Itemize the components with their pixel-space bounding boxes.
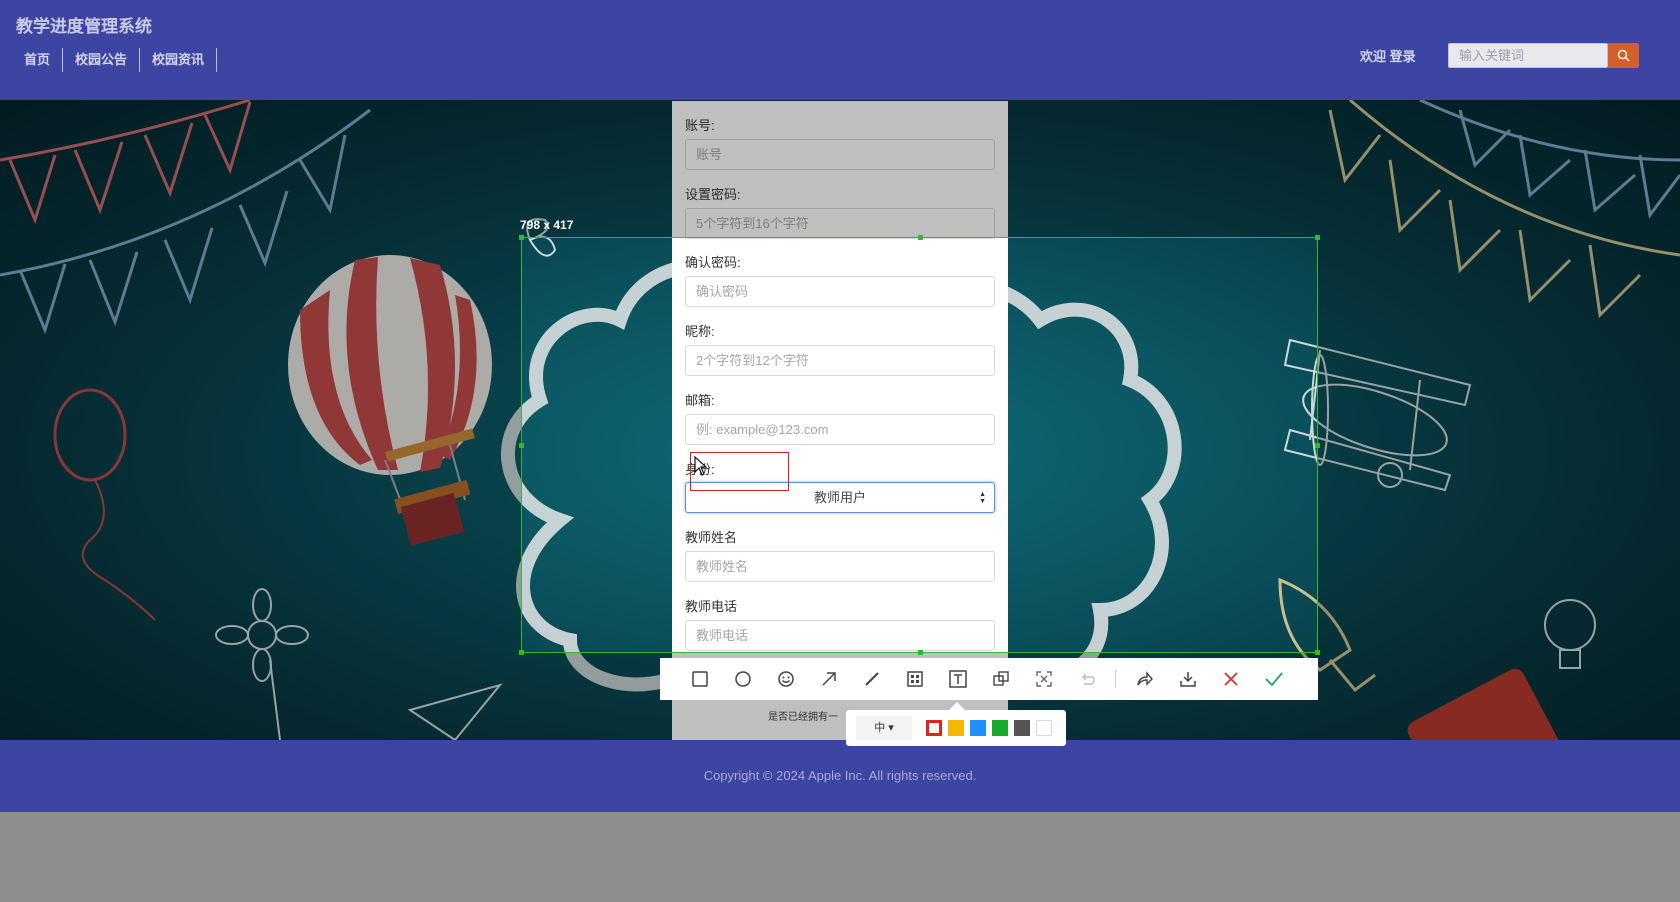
resize-handle-nw[interactable] <box>519 235 524 240</box>
arrow-tool-button[interactable] <box>807 658 850 700</box>
text-icon <box>948 670 967 688</box>
emoji-tool-button[interactable] <box>764 658 807 700</box>
mosaic-icon <box>906 671 923 687</box>
subbar-pointer <box>949 702 965 710</box>
text-style-bar: 中 ▾ <box>846 710 1066 746</box>
undo-icon <box>1081 673 1095 685</box>
color-swatch-gray[interactable] <box>1014 720 1030 736</box>
color-swatch-red[interactable] <box>926 720 942 736</box>
mosaic-tool-button[interactable] <box>893 658 936 700</box>
resize-handle-n[interactable] <box>918 235 923 240</box>
pin-tool-button[interactable] <box>1022 658 1065 700</box>
selection-size-label: 798 x 417 <box>520 218 574 232</box>
color-swatch-blue[interactable] <box>970 720 986 736</box>
pin-icon <box>1035 671 1052 687</box>
site-title: 教学进度管理系统 <box>16 17 152 36</box>
search-icon <box>1617 49 1630 62</box>
rectangle-tool-button[interactable] <box>678 658 721 700</box>
ellipse-icon <box>734 671 751 687</box>
color-swatch-green[interactable] <box>992 720 1008 736</box>
font-size-select[interactable]: 中 ▾ <box>856 716 912 740</box>
share-icon <box>1136 671 1153 686</box>
welcome-login-link[interactable]: 欢迎 登录 <box>1360 46 1416 65</box>
download-button[interactable] <box>1166 658 1209 700</box>
confirm-icon <box>1264 672 1283 687</box>
cancel-icon <box>1223 672 1238 686</box>
nav-item-news[interactable]: 校园资讯 <box>140 48 218 72</box>
capture-dim-left <box>0 237 521 653</box>
resize-handle-sw[interactable] <box>519 650 524 655</box>
copy-tool-button[interactable] <box>979 658 1022 700</box>
arrow-icon <box>821 672 836 686</box>
resize-handle-ne[interactable] <box>1315 235 1320 240</box>
text-tool-button[interactable] <box>936 658 979 700</box>
copy-icon <box>992 671 1009 686</box>
main-nav: 首页 校园公告 校园资讯 <box>14 48 218 72</box>
search-button[interactable] <box>1608 43 1639 68</box>
capture-dim-top <box>0 100 1680 237</box>
color-swatch-yellow[interactable] <box>948 720 964 736</box>
page-bottom-area <box>0 812 1680 902</box>
undo-button[interactable] <box>1065 658 1108 700</box>
emoji-icon <box>777 671 794 687</box>
capture-selection-box[interactable] <box>519 235 1320 655</box>
resize-handle-se[interactable] <box>1315 650 1320 655</box>
brush-icon <box>864 672 879 686</box>
download-icon <box>1179 672 1196 687</box>
rectangle-icon <box>691 671 708 687</box>
copyright-text: Copyright © 2024 Apple Inc. All rights r… <box>703 768 977 783</box>
confirm-button[interactable] <box>1252 658 1295 700</box>
share-button[interactable] <box>1123 658 1166 700</box>
capture-dim-right <box>1318 237 1680 653</box>
site-footer: Copyright © 2024 Apple Inc. All rights r… <box>0 740 1680 812</box>
font-size-value: 中 <box>874 722 886 734</box>
search-input[interactable]: 输入关键词 <box>1448 43 1608 68</box>
site-header: 教学进度管理系统 首页 校园公告 校园资讯 欢迎 登录 输入关键词 <box>0 0 1680 100</box>
cancel-button[interactable] <box>1209 658 1252 700</box>
brush-tool-button[interactable] <box>850 658 893 700</box>
capture-toolbar <box>660 658 1318 700</box>
nav-item-notices[interactable]: 校园公告 <box>63 48 141 72</box>
resize-handle-e[interactable] <box>1315 443 1320 448</box>
resize-handle-w[interactable] <box>519 443 524 448</box>
mouse-cursor-icon <box>694 455 708 481</box>
color-swatch-white[interactable] <box>1036 720 1052 736</box>
resize-handle-s[interactable] <box>918 650 923 655</box>
ellipse-tool-button[interactable] <box>721 658 764 700</box>
toolbar-separator <box>1115 670 1116 688</box>
nav-item-home[interactable]: 首页 <box>14 48 64 72</box>
